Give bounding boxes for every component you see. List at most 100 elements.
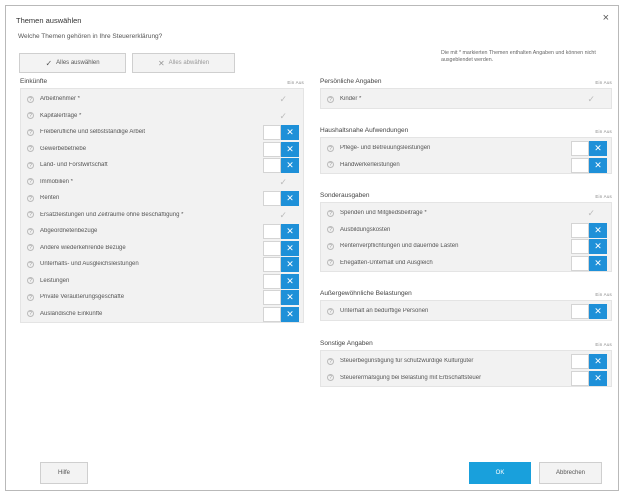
section-title: Außergewöhnliche Belastungen bbox=[320, 290, 412, 297]
topic-row: ? Rentenverpflichtungen und dauernde Last… bbox=[321, 238, 611, 255]
toggle-on-option[interactable] bbox=[263, 158, 281, 173]
toggle-off-option[interactable]: ✕ bbox=[281, 240, 299, 256]
on-off-toggle[interactable]: ✕ bbox=[571, 222, 607, 238]
toggle-on-option[interactable] bbox=[263, 191, 281, 206]
help-icon[interactable]: ? bbox=[327, 307, 334, 315]
toggle-on-option[interactable] bbox=[263, 141, 281, 157]
toggle-off-option[interactable]: ✕ bbox=[589, 354, 607, 369]
help-icon[interactable]: ? bbox=[27, 128, 34, 136]
help-icon[interactable]: ? bbox=[327, 95, 334, 103]
toggle-on-option[interactable] bbox=[571, 222, 589, 238]
toggle-off-option[interactable]: ✕ bbox=[281, 257, 299, 272]
help-icon[interactable]: ? bbox=[27, 178, 34, 186]
column-headers: Ein Aus bbox=[595, 80, 612, 85]
toggle-off-option[interactable]: ✕ bbox=[589, 370, 607, 386]
deselect-all-button[interactable]: ✕ Alles abwählen bbox=[132, 53, 235, 73]
on-off-toggle[interactable]: ✕ bbox=[571, 255, 607, 271]
select-all-label: Alles auswählen bbox=[56, 60, 100, 66]
toggle-on-option[interactable] bbox=[571, 354, 589, 369]
topic-row: ? Leistungen ✕ bbox=[21, 273, 303, 290]
help-icon[interactable]: ? bbox=[327, 161, 334, 169]
on-off-toggle[interactable]: ✕ bbox=[263, 306, 299, 322]
toggle-on-option[interactable] bbox=[571, 157, 589, 173]
section-header: Persönliche Angaben Ein Aus bbox=[320, 75, 612, 85]
on-off-toggle[interactable]: ✕ bbox=[571, 354, 607, 369]
help-icon[interactable]: ? bbox=[27, 145, 34, 153]
on-off-toggle[interactable]: ✕ bbox=[263, 158, 299, 173]
topic-row: ? Freiberufliche und selbstständige Arbei… bbox=[21, 124, 303, 141]
on-off-toggle[interactable]: ✕ bbox=[571, 304, 607, 319]
on-off-toggle[interactable]: ✕ bbox=[263, 191, 299, 206]
topic-label: Kinder * bbox=[340, 96, 362, 103]
on-off-toggle[interactable]: ✕ bbox=[263, 224, 299, 239]
toggle-off-option[interactable]: ✕ bbox=[281, 306, 299, 322]
toggle-on-option[interactable] bbox=[571, 304, 589, 319]
toggle-off-option[interactable]: ✕ bbox=[589, 141, 607, 156]
toggle-off-option[interactable]: ✕ bbox=[281, 125, 299, 140]
help-icon[interactable]: ? bbox=[327, 259, 334, 267]
on-off-toggle[interactable]: ✕ bbox=[263, 125, 299, 140]
help-icon[interactable]: ? bbox=[27, 194, 34, 202]
help-button[interactable]: Hilfe bbox=[40, 462, 88, 484]
on-off-toggle[interactable]: ✕ bbox=[571, 370, 607, 386]
toggle-off-option[interactable]: ✕ bbox=[281, 224, 299, 239]
toggle-off-option[interactable]: ✕ bbox=[589, 255, 607, 271]
check-icon: ✓ bbox=[587, 94, 595, 104]
toggle-off-option[interactable]: ✕ bbox=[281, 158, 299, 173]
toggle-on-option[interactable] bbox=[571, 141, 589, 156]
column-off-label: Aus bbox=[603, 80, 612, 85]
toggle-on-option[interactable] bbox=[571, 255, 589, 271]
toggle-off-option[interactable]: ✕ bbox=[281, 273, 299, 289]
topic-label: Immobilien * bbox=[40, 178, 74, 185]
help-icon[interactable]: ? bbox=[27, 112, 34, 120]
on-off-toggle[interactable]: ✕ bbox=[263, 290, 299, 305]
on-off-toggle[interactable]: ✕ bbox=[263, 141, 299, 157]
toggle-on-option[interactable] bbox=[263, 240, 281, 256]
on-off-toggle[interactable]: ✕ bbox=[263, 273, 299, 289]
help-icon[interactable]: ? bbox=[27, 260, 34, 268]
topic-row: ? Immobilien * ✓ bbox=[21, 174, 303, 191]
help-icon[interactable]: ? bbox=[327, 144, 334, 152]
help-icon[interactable]: ? bbox=[27, 211, 34, 219]
ok-button[interactable]: OK bbox=[469, 462, 531, 484]
help-icon[interactable]: ? bbox=[27, 310, 34, 318]
on-off-toggle[interactable]: ✕ bbox=[571, 141, 607, 156]
themes-dialog: Themen auswählen × Welche Themen gehören… bbox=[5, 5, 619, 491]
topic-label: Arbeitnehmer * bbox=[40, 96, 81, 103]
toggle-off-option[interactable]: ✕ bbox=[281, 141, 299, 157]
toggle-off-option[interactable]: ✕ bbox=[589, 222, 607, 238]
toggle-off-option[interactable]: ✕ bbox=[589, 157, 607, 173]
toggle-on-option[interactable] bbox=[263, 273, 281, 289]
on-off-toggle[interactable]: ✕ bbox=[571, 239, 607, 254]
toggle-on-option[interactable] bbox=[263, 224, 281, 239]
help-icon[interactable]: ? bbox=[327, 226, 334, 234]
toggle-on-option[interactable] bbox=[263, 125, 281, 140]
select-all-button[interactable]: ✓ Alles auswählen bbox=[19, 53, 126, 73]
close-icon[interactable]: × bbox=[603, 13, 609, 24]
on-off-toggle[interactable]: ✕ bbox=[571, 157, 607, 173]
help-icon[interactable]: ? bbox=[27, 95, 34, 103]
help-icon[interactable]: ? bbox=[327, 209, 334, 217]
cancel-button[interactable]: Abbrechen bbox=[539, 462, 602, 484]
toggle-on-option[interactable] bbox=[571, 370, 589, 386]
check-icon: ✓ bbox=[279, 209, 287, 220]
help-icon[interactable]: ? bbox=[327, 357, 334, 365]
help-icon[interactable]: ? bbox=[327, 242, 334, 250]
help-icon[interactable]: ? bbox=[27, 227, 34, 235]
toggle-on-option[interactable] bbox=[263, 306, 281, 322]
column-headers: Ein Aus bbox=[595, 194, 612, 199]
on-off-toggle[interactable]: ✕ bbox=[263, 240, 299, 256]
toggle-off-option[interactable]: ✕ bbox=[281, 290, 299, 305]
toggle-on-option[interactable] bbox=[263, 257, 281, 272]
toggle-on-option[interactable] bbox=[263, 290, 281, 305]
help-icon[interactable]: ? bbox=[27, 293, 34, 301]
toggle-off-option[interactable]: ✕ bbox=[589, 304, 607, 319]
toggle-off-option[interactable]: ✕ bbox=[589, 239, 607, 254]
help-icon[interactable]: ? bbox=[327, 374, 334, 382]
help-icon[interactable]: ? bbox=[27, 277, 34, 285]
toggle-on-option[interactable] bbox=[571, 239, 589, 254]
toggle-off-option[interactable]: ✕ bbox=[281, 191, 299, 206]
help-icon[interactable]: ? bbox=[27, 244, 34, 252]
on-off-toggle[interactable]: ✕ bbox=[263, 257, 299, 272]
help-icon[interactable]: ? bbox=[27, 161, 34, 169]
